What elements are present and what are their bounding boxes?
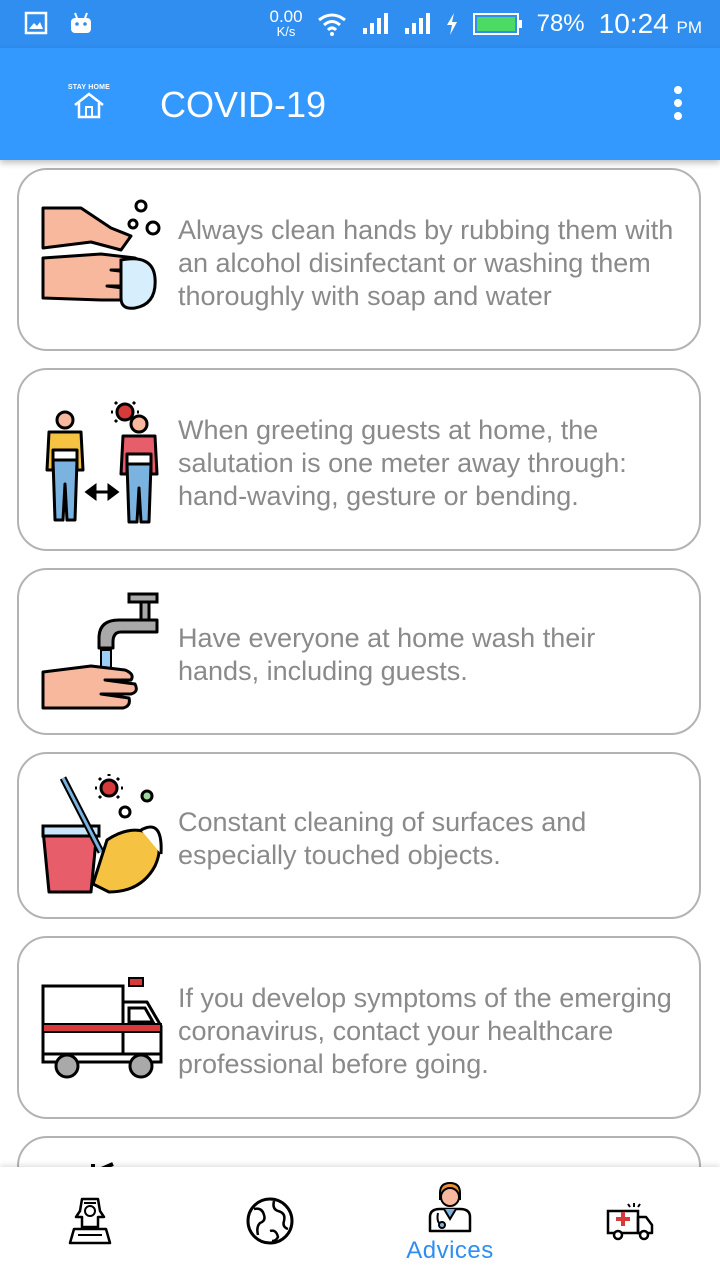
signal-icon-2 [404,13,430,34]
nav-item-ambulance[interactable] [540,1167,720,1280]
advice-card[interactable]: Constant cleaning of surfaces and especi… [17,752,701,919]
globe-icon [246,1197,294,1245]
menu-dot [674,99,682,107]
battery-percent: 78% [536,10,585,37]
advice-card[interactable]: Have everyone at home wash their hands, … [17,568,701,735]
app-bar: STAY HOME COVID-19 [0,48,720,160]
bottom-navigation: Advices [0,1167,720,1280]
advices-list[interactable]: Always clean hands by rubbing them with … [0,160,720,1167]
android-notification-icon [71,12,91,33]
status-bar: 0.00 K/s 78% 10:24 PM [0,0,720,48]
stay-home-logo: STAY HOME [64,84,114,124]
nav-item-advices[interactable]: Advices [360,1167,540,1280]
advice-card[interactable]: When greeting guests at home, the saluta… [17,368,701,551]
home-icon [74,92,104,119]
logo-text: STAY HOME [67,84,111,91]
nav-item-globe[interactable] [180,1167,360,1280]
faucet-hand-icon [41,592,159,710]
hand-washing-icon [41,199,161,310]
signal-icon-1 [362,13,388,34]
sphinx-icon [68,1197,112,1245]
advice-card[interactable]: Always clean hands by rubbing them with … [17,168,701,351]
advice-text: When greeting guests at home, the saluta… [178,415,627,511]
advice-text: If you develop symptoms of the emerging … [178,983,672,1079]
overflow-menu-button[interactable] [672,86,684,125]
ambulance-icon [41,977,163,1079]
cleaning-bucket-icon [41,774,163,894]
advice-card[interactable]: If you develop symptoms of the emerging … [17,936,701,1119]
page-title: COVID-19 [160,84,327,125]
ambulance-icon [606,1203,654,1241]
battery-icon [472,13,522,35]
advice-text: Constant cleaning of surfaces and especi… [178,807,587,870]
clock: 10:24 PM [598,8,702,39]
advice-text: Always clean hands by rubbing them with … [178,215,674,311]
network-speed: 0.00 K/s [269,7,303,39]
social-distance-icon [45,400,159,524]
advice-icon [91,1162,114,1167]
menu-dot [674,112,682,120]
doctor-icon [428,1181,472,1233]
nav-item-sphinx[interactable] [0,1167,180,1280]
advice-card[interactable] [17,1136,701,1167]
nav-label-advices: Advices [406,1237,494,1264]
wifi-icon [317,13,346,36]
advice-text: Have everyone at home wash their hands, … [178,623,596,686]
gallery-notification-icon [24,11,48,35]
menu-dot [674,86,682,94]
charging-icon [446,13,457,35]
